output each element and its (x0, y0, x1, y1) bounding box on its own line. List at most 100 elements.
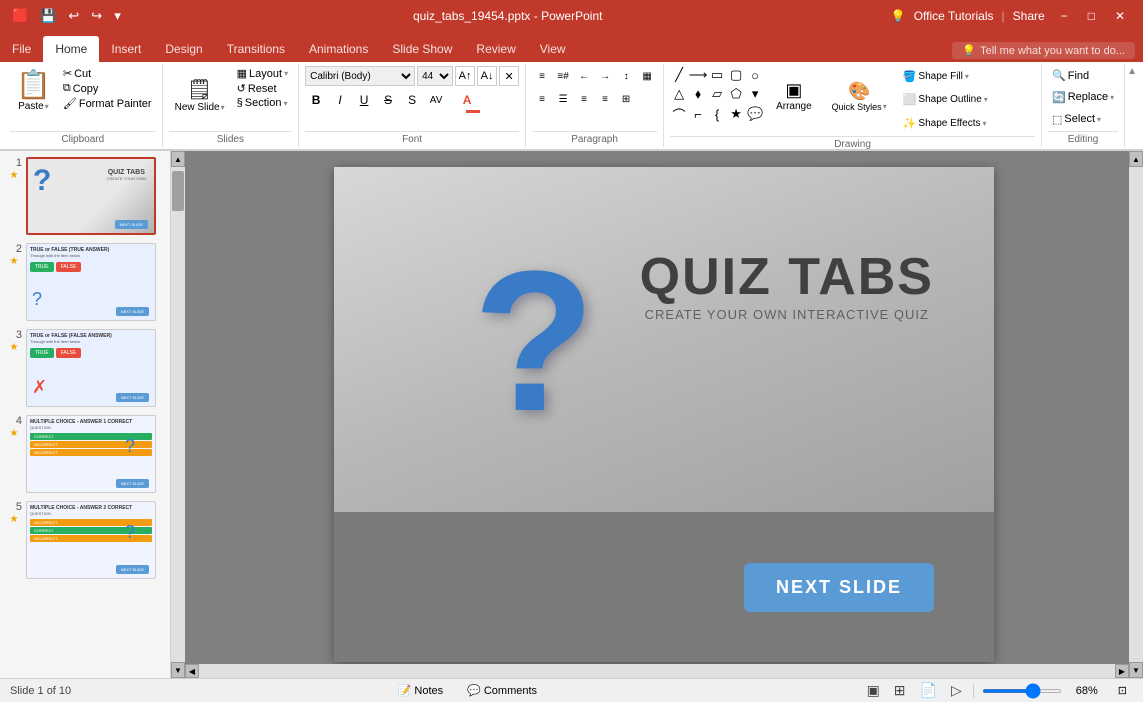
increase-indent-button[interactable]: → (595, 66, 615, 86)
new-slide-button[interactable]: 🗒 New Slide ▾ (169, 66, 231, 126)
shape-star[interactable]: ★ (727, 105, 745, 123)
strikethrough-button[interactable]: S (377, 89, 399, 111)
copy-button[interactable]: ⧉ Copy (59, 81, 156, 96)
office-tutorials-label[interactable]: Office Tutorials (914, 9, 994, 23)
reset-button[interactable]: ↺ Reset (233, 81, 292, 96)
columns-button[interactable]: ▦ (637, 66, 657, 86)
redo-button[interactable]: ↪ (87, 6, 106, 26)
slide-sorter-button[interactable]: ⊞ (891, 681, 909, 700)
shape-rect[interactable]: ▭ (708, 66, 726, 84)
select-arrow[interactable]: ▾ (1097, 115, 1101, 124)
notes-button[interactable]: 📝 Notes (392, 683, 449, 698)
font-color-button[interactable]: A (456, 89, 478, 111)
shape-parallelogram[interactable]: ▱ (708, 85, 726, 103)
slide-canvas[interactable]: ? QUIZ TABS CREATE YOUR OWN INTERACTIVE … (334, 167, 994, 662)
shape-outline-button[interactable]: ⬜ Shape Outline ▾ (899, 92, 992, 107)
undo-button[interactable]: ↩ (64, 6, 83, 26)
decrease-indent-button[interactable]: ← (574, 66, 594, 86)
tab-design[interactable]: Design (153, 36, 214, 62)
hscroll-right[interactable]: ▶ (1115, 664, 1129, 678)
align-right-button[interactable]: ≡ (574, 89, 594, 109)
app-icon[interactable]: 🟥 (8, 6, 32, 26)
paste-dropdown-arrow[interactable]: ▾ (45, 102, 49, 111)
char-spacing-button[interactable]: AV (425, 89, 447, 111)
shape-arrow-line[interactable]: ⟶ (689, 66, 707, 84)
shape-effects-arrow[interactable]: ▾ (983, 119, 987, 128)
tab-view[interactable]: View (528, 36, 578, 62)
paste-button[interactable]: 📋 Paste ▾ (10, 66, 57, 114)
smartart-button[interactable]: ⊞ (616, 89, 636, 109)
layout-button[interactable]: ▦ Layout ▾ (233, 66, 292, 81)
tab-insert[interactable]: Insert (99, 36, 153, 62)
shape-curve[interactable]: ⌒ (670, 105, 688, 123)
shape-triangle[interactable]: △ (670, 85, 688, 103)
slideshow-button[interactable]: ▷ (948, 681, 965, 700)
tell-me-input[interactable]: 💡 Tell me what you want to do... (952, 42, 1135, 59)
comments-button[interactable]: 💬 Comments (461, 683, 543, 698)
scroll-thumb[interactable] (172, 171, 184, 211)
bold-button[interactable]: B (305, 89, 327, 111)
italic-button[interactable]: I (329, 89, 351, 111)
numbering-button[interactable]: ≡# (553, 66, 573, 86)
shape-connector[interactable]: ⌐ (689, 105, 707, 123)
shape-outline-arrow[interactable]: ▾ (984, 95, 988, 104)
tab-review[interactable]: Review (464, 36, 527, 62)
cut-button[interactable]: ✂ Cut (59, 66, 156, 81)
fit-slide-button[interactable]: ⊡ (1112, 683, 1133, 698)
shape-effects-button[interactable]: ✨ Shape Effects ▾ (899, 116, 992, 131)
zoom-button[interactable]: 68% (1070, 684, 1104, 698)
next-slide-button[interactable]: NEXT SLIDE (744, 563, 934, 612)
shape-line[interactable]: ╱ (670, 66, 688, 84)
scroll-down-button[interactable]: ▼ (171, 662, 185, 678)
find-button[interactable]: 🔍 Find (1048, 68, 1093, 83)
tab-animations[interactable]: Animations (297, 36, 380, 62)
shadow-button[interactable]: S (401, 89, 423, 111)
close-button[interactable]: ✕ (1105, 9, 1135, 23)
section-arrow[interactable]: ▾ (283, 99, 287, 108)
shape-fill-arrow[interactable]: ▾ (965, 72, 969, 81)
replace-button[interactable]: 🔄 Replace ▾ (1048, 90, 1118, 105)
replace-arrow[interactable]: ▾ (1110, 93, 1114, 102)
minimize-button[interactable]: − (1051, 9, 1078, 23)
format-painter-button[interactable]: 🖌 Format Painter (59, 96, 156, 111)
clear-format-button[interactable]: ✕ (499, 66, 519, 86)
shape-circle[interactable]: ○ (746, 66, 764, 84)
collapse-ribbon-button[interactable]: ▲ (1127, 66, 1137, 77)
hscroll-left[interactable]: ◀ (185, 664, 199, 678)
canvas-scroll-down[interactable]: ▼ (1129, 662, 1143, 678)
justify-button[interactable]: ≡ (595, 89, 615, 109)
align-left-button[interactable]: ≡ (532, 89, 552, 109)
slide-thumb-5[interactable]: 5 ★ MULTIPLE CHOICE - ANSWER 2 CORRECT Q… (4, 499, 166, 581)
arrange-button[interactable]: ▣ Arrange (768, 66, 820, 126)
font-name-select[interactable]: Calibri (Body) (305, 66, 415, 86)
shrink-font-button[interactable]: A↓ (477, 66, 497, 86)
grow-font-button[interactable]: A↑ (455, 66, 475, 86)
layout-arrow[interactable]: ▾ (284, 69, 288, 78)
shape-arrow[interactable]: ⬧ (689, 85, 707, 103)
section-button[interactable]: § Section ▾ (233, 96, 292, 110)
font-size-select[interactable]: 44 (417, 66, 453, 86)
slide-thumb-3[interactable]: 3 ★ TRUE or FALSE (FALSE ANSWER) Through… (4, 327, 166, 409)
normal-view-button[interactable]: ▣ (864, 681, 883, 700)
quick-styles-arrow[interactable]: ▾ (883, 102, 887, 111)
zoom-slider[interactable] (982, 689, 1062, 693)
shape-pentagon[interactable]: ⬠ (727, 85, 745, 103)
canvas-scroll-up[interactable]: ▲ (1129, 151, 1143, 167)
align-center-button[interactable]: ☰ (553, 89, 573, 109)
new-slide-arrow[interactable]: ▾ (221, 103, 225, 112)
slide-thumb-1[interactable]: 1 ★ QUIZ TABS CREATE YOUR OWN ? NEXT SLI… (4, 155, 166, 237)
save-button[interactable]: 💾 (36, 6, 60, 26)
slide-thumb-2[interactable]: 2 ★ TRUE or FALSE (TRUE ANSWER) Through … (4, 241, 166, 323)
underline-button[interactable]: U (353, 89, 375, 111)
bullets-button[interactable]: ≡ (532, 66, 552, 86)
maximize-button[interactable]: □ (1078, 9, 1105, 23)
shape-bracket[interactable]: { (708, 105, 726, 123)
select-button[interactable]: ⬚ Select ▾ (1048, 112, 1105, 127)
tab-transitions[interactable]: Transitions (215, 36, 297, 62)
shape-callout[interactable]: 💬 (746, 105, 764, 123)
share-button[interactable]: Share (1013, 9, 1045, 23)
customize-qat-button[interactable]: ▾ (110, 6, 125, 26)
scroll-up-button[interactable]: ▲ (171, 151, 185, 167)
tab-slideshow[interactable]: Slide Show (380, 36, 464, 62)
line-spacing-button[interactable]: ↕ (616, 66, 636, 86)
